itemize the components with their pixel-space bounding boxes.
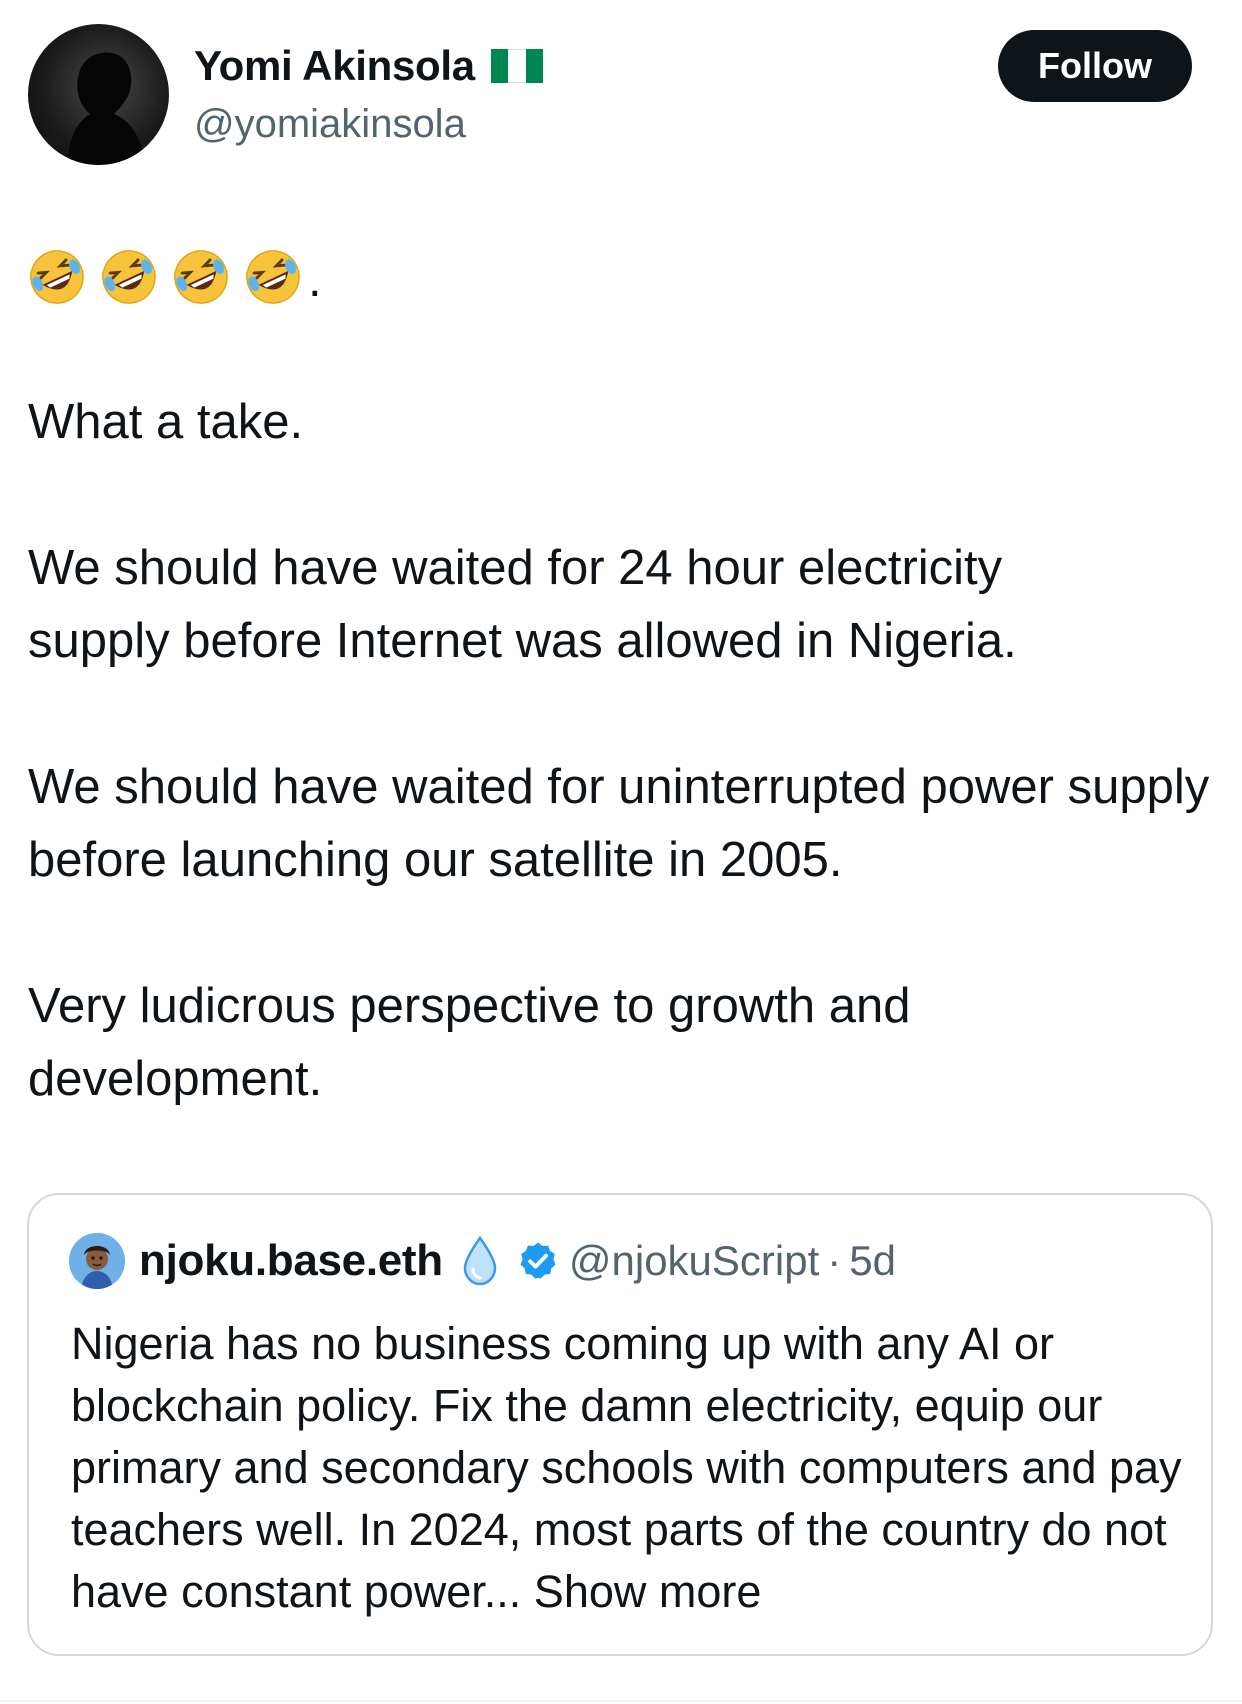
tweet-header: Yomi Akinsola @yomiakinsola Follow xyxy=(28,24,1214,169)
emoji-row: . xyxy=(28,240,1218,313)
nigeria-flag-icon xyxy=(490,49,543,83)
tweet-paragraph: Very ludicrous perspective to growth and… xyxy=(28,979,911,1106)
quoted-tweet-header: njoku.base.eth @njokuScript · 5d xyxy=(69,1233,896,1289)
quoted-author-display-name[interactable]: njoku.base.eth xyxy=(139,1236,443,1286)
show-more-link[interactable]: Show more xyxy=(521,1566,762,1617)
meta-separator: · xyxy=(827,1237,842,1284)
author-handle[interactable]: @yomiakinsola xyxy=(194,102,466,147)
verified-badge-icon[interactable] xyxy=(517,1240,559,1282)
tweet-paragraph: What a take. xyxy=(28,395,304,449)
divider xyxy=(0,1700,1242,1702)
quoted-tweet-timestamp[interactable]: 5d xyxy=(849,1237,896,1285)
rolling-on-floor-laughing-icon xyxy=(30,249,84,304)
quoted-author-handle[interactable]: @njokuScript xyxy=(569,1237,819,1285)
emoji-trailing-period: . xyxy=(308,253,322,307)
tweet-paragraph: We should have waited for uninterrupted … xyxy=(28,760,1210,887)
rolling-on-floor-laughing-icon xyxy=(102,249,156,304)
droplet-icon xyxy=(463,1236,497,1286)
silhouette-icon xyxy=(68,52,146,165)
quoted-tweet-card[interactable]: njoku.base.eth @njokuScript · 5d Nigeria… xyxy=(27,1193,1213,1656)
quoted-author-avatar[interactable] xyxy=(69,1233,125,1289)
tweet-text: . What a take. We should have waited for… xyxy=(28,240,1218,1116)
quoted-tweet-text: Nigeria has no business coming up with a… xyxy=(71,1313,1191,1623)
tweet-paragraph: We should have waited for 24 hour electr… xyxy=(28,541,1017,668)
author-avatar[interactable] xyxy=(28,24,169,165)
author-display-name[interactable]: Yomi Akinsola xyxy=(194,42,475,90)
follow-button[interactable]: Follow xyxy=(998,30,1192,102)
author-name-row: Yomi Akinsola xyxy=(194,42,543,90)
cartoon-avatar-icon xyxy=(69,1233,125,1289)
rolling-on-floor-laughing-icon xyxy=(174,249,228,304)
rolling-on-floor-laughing-icon xyxy=(246,249,300,304)
